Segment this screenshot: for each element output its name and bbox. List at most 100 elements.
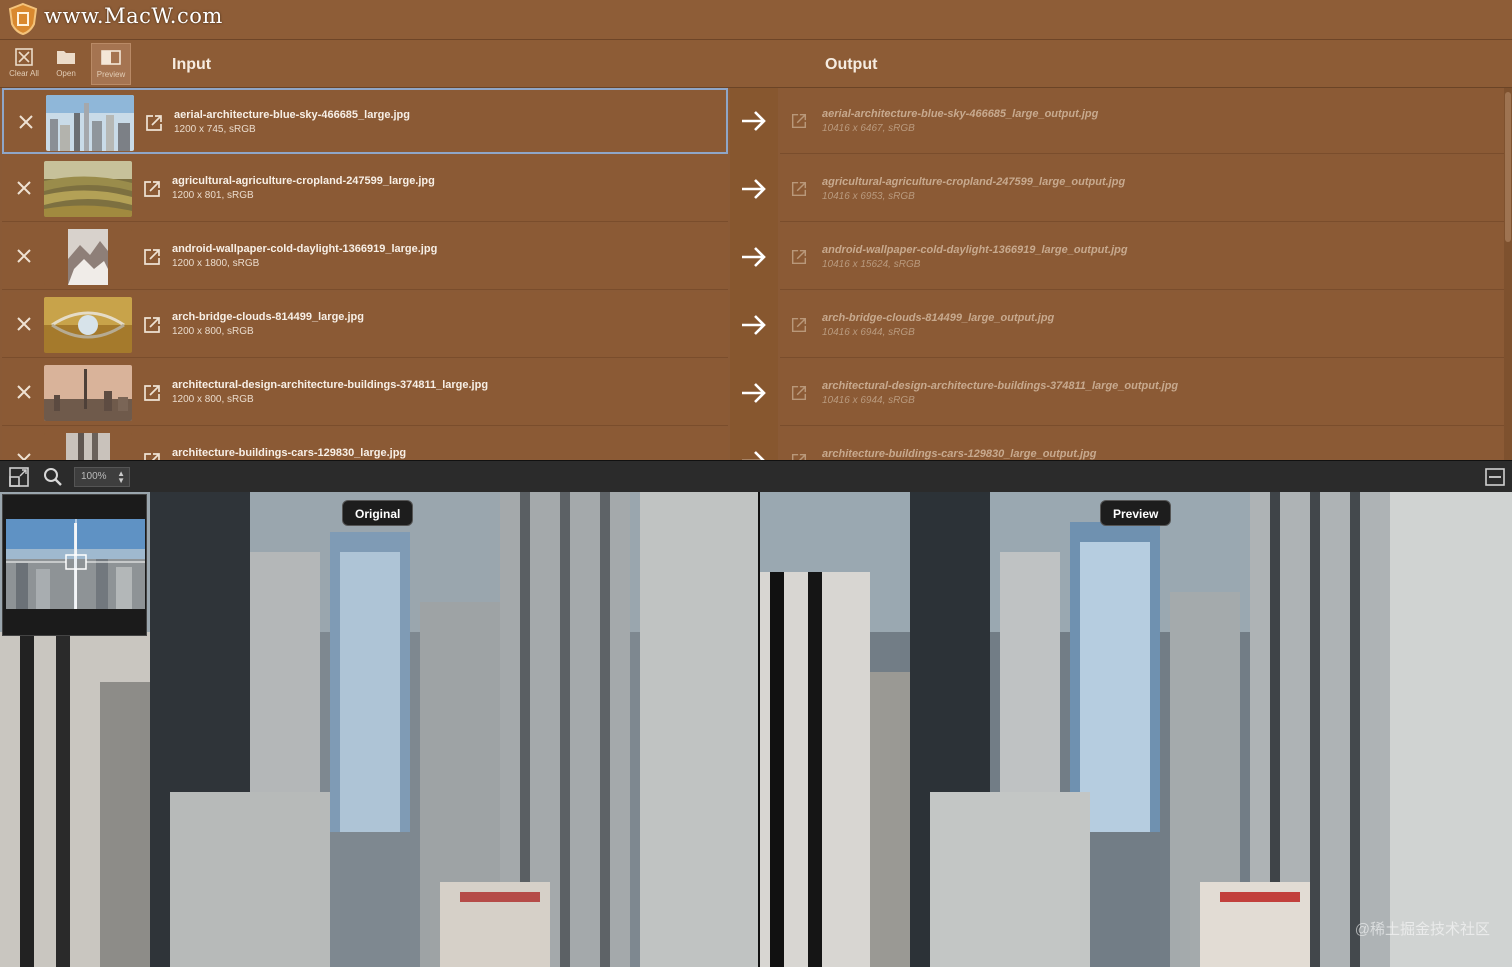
open-output-icon[interactable]: [790, 452, 808, 460]
file-list: aerial-architecture-blue-sky-466685_larg…: [0, 88, 1512, 460]
input-filename: agricultural-agriculture-cropland-247599…: [172, 175, 435, 187]
input-cell[interactable]: architectural-design-architecture-buildi…: [2, 360, 728, 426]
preview-image: [760, 492, 1512, 967]
input-filename: arch-bridge-clouds-814499_large.jpg: [172, 311, 364, 323]
input-filename: aerial-architecture-blue-sky-466685_larg…: [174, 109, 411, 121]
preview-toolbar: 100% ▲ ▼: [0, 460, 1512, 492]
input-cell[interactable]: arch-bridge-clouds-814499_large.jpg 1200…: [2, 292, 728, 358]
arrow-right-icon: [742, 111, 766, 131]
open-output-icon[interactable]: [790, 112, 808, 130]
file-thumbnail: [44, 433, 132, 460]
input-filename: architectural-design-architecture-buildi…: [172, 379, 489, 391]
file-thumbnail: [46, 95, 134, 151]
file-thumbnail: [44, 297, 132, 353]
open-label: Open: [56, 69, 76, 78]
remove-file-icon[interactable]: [14, 246, 34, 266]
open-output-icon[interactable]: [790, 180, 808, 198]
input-file-meta: 1200 x 801, sRGB: [172, 190, 254, 201]
collapse-panel-icon[interactable]: [1484, 466, 1506, 488]
process-arrow-cell: [730, 156, 778, 224]
input-cell[interactable]: architecture-buildings-cars-129830_large…: [2, 428, 728, 460]
input-cell[interactable]: agricultural-agriculture-cropland-247599…: [2, 156, 728, 222]
process-arrow-cell: [730, 224, 778, 292]
remove-file-icon[interactable]: [14, 382, 34, 402]
file-list-scrollbar[interactable]: [1504, 88, 1512, 460]
input-file-meta: 1200 x 800, sRGB: [172, 394, 254, 405]
output-filename: android-wallpaper-cold-daylight-1366919_…: [822, 244, 1128, 256]
remove-file-icon[interactable]: [14, 450, 34, 460]
open-output-icon[interactable]: [790, 384, 808, 402]
output-filename: architecture-buildings-cars-129830_large…: [822, 448, 1097, 460]
clear-all-icon: [15, 48, 33, 66]
zoom-level-select[interactable]: 100% ▲ ▼: [74, 467, 130, 487]
process-arrow-cell: [730, 360, 778, 428]
enhanced-preview-pane[interactable]: Preview @稀土掘金技术社区: [760, 492, 1512, 967]
preview-label: Preview: [96, 70, 126, 79]
preview-label-badge: Preview: [1100, 500, 1172, 526]
open-external-icon[interactable]: [142, 451, 162, 460]
output-file-meta: 10416 x 15624, sRGB: [822, 259, 921, 270]
output-cell[interactable]: agricultural-agriculture-cropland-247599…: [780, 156, 1504, 222]
output-column-header: Output: [825, 56, 878, 73]
input-cell[interactable]: android-wallpaper-cold-daylight-1366919_…: [2, 224, 728, 290]
open-button[interactable]: Open: [46, 43, 86, 85]
open-output-icon[interactable]: [790, 316, 808, 334]
remove-file-icon[interactable]: [14, 314, 34, 334]
scrollbar-thumb[interactable]: [1505, 92, 1511, 242]
file-row[interactable]: architecture-buildings-cars-129830_large…: [0, 428, 1512, 460]
folder-icon: [57, 51, 75, 64]
output-file-meta: 10416 x 6944, sRGB: [822, 327, 915, 338]
input-filename: android-wallpaper-cold-daylight-1366919_…: [172, 243, 438, 255]
fit-to-window-icon[interactable]: [8, 466, 30, 488]
output-file-meta: 10416 x 6944, sRGB: [822, 395, 915, 406]
output-filename: arch-bridge-clouds-814499_large_output.j…: [822, 312, 1055, 324]
input-file-meta: 1200 x 800, sRGB: [172, 326, 254, 337]
open-external-icon[interactable]: [142, 247, 162, 267]
process-arrow-cell: [730, 88, 778, 156]
file-thumbnail: [44, 365, 132, 421]
open-external-icon[interactable]: [142, 383, 162, 403]
process-arrow-cell: [730, 292, 778, 360]
input-cell[interactable]: aerial-architecture-blue-sky-466685_larg…: [2, 88, 728, 154]
output-cell[interactable]: aerial-architecture-blue-sky-466685_larg…: [780, 88, 1504, 154]
output-file-meta: 10416 x 6467, sRGB: [822, 123, 915, 134]
output-filename: architectural-design-architecture-buildi…: [822, 380, 1179, 392]
open-external-icon[interactable]: [144, 113, 164, 133]
clear-all-button[interactable]: Clear All: [4, 43, 44, 85]
arrow-right-icon: [742, 247, 766, 267]
file-row[interactable]: architectural-design-architecture-buildi…: [0, 360, 1512, 428]
remove-file-icon[interactable]: [14, 178, 34, 198]
input-column-header: Input: [172, 56, 212, 73]
remove-file-icon[interactable]: [16, 112, 36, 132]
output-cell[interactable]: android-wallpaper-cold-daylight-1366919_…: [780, 224, 1504, 290]
title-bar: www.MacW.com: [0, 0, 1512, 40]
split-preview-icon: [101, 50, 121, 65]
original-label-badge: Original: [342, 500, 414, 526]
arrow-right-icon: [742, 315, 766, 335]
navigator-thumbnail[interactable]: [2, 494, 147, 636]
clear-all-label: Clear All: [9, 69, 39, 78]
open-output-icon[interactable]: [790, 248, 808, 266]
input-filename: architecture-buildings-cars-129830_large…: [172, 447, 407, 459]
zoom-stepper-icon[interactable]: ▲ ▼: [117, 470, 125, 485]
output-file-meta: 10416 x 6953, sRGB: [822, 191, 915, 202]
arrow-right-icon: [742, 179, 766, 199]
file-row[interactable]: agricultural-agriculture-cropland-247599…: [0, 156, 1512, 224]
file-row[interactable]: android-wallpaper-cold-daylight-1366919_…: [0, 224, 1512, 292]
preview-toggle-button[interactable]: Preview: [91, 43, 131, 85]
credit-watermark: @稀土掘金技术社区: [1354, 921, 1490, 938]
arrow-right-icon: [742, 451, 765, 460]
output-cell[interactable]: arch-bridge-clouds-814499_large_output.j…: [780, 292, 1504, 358]
output-cell[interactable]: architecture-buildings-cars-129830_large…: [780, 428, 1504, 460]
output-filename: aerial-architecture-blue-sky-466685_larg…: [822, 108, 1099, 120]
file-row[interactable]: arch-bridge-clouds-814499_large.jpg 1200…: [0, 292, 1512, 360]
zoom-icon[interactable]: [42, 466, 64, 488]
open-external-icon[interactable]: [142, 315, 162, 335]
open-external-icon[interactable]: [142, 179, 162, 199]
file-row[interactable]: aerial-architecture-blue-sky-466685_larg…: [0, 88, 1512, 156]
watermark-text: www.MacW.com: [44, 4, 223, 28]
output-filename: agricultural-agriculture-cropland-247599…: [822, 176, 1126, 188]
original-preview-pane[interactable]: Original: [0, 492, 758, 967]
output-cell[interactable]: architectural-design-architecture-buildi…: [780, 360, 1504, 426]
arrow-right-icon: [742, 383, 766, 403]
